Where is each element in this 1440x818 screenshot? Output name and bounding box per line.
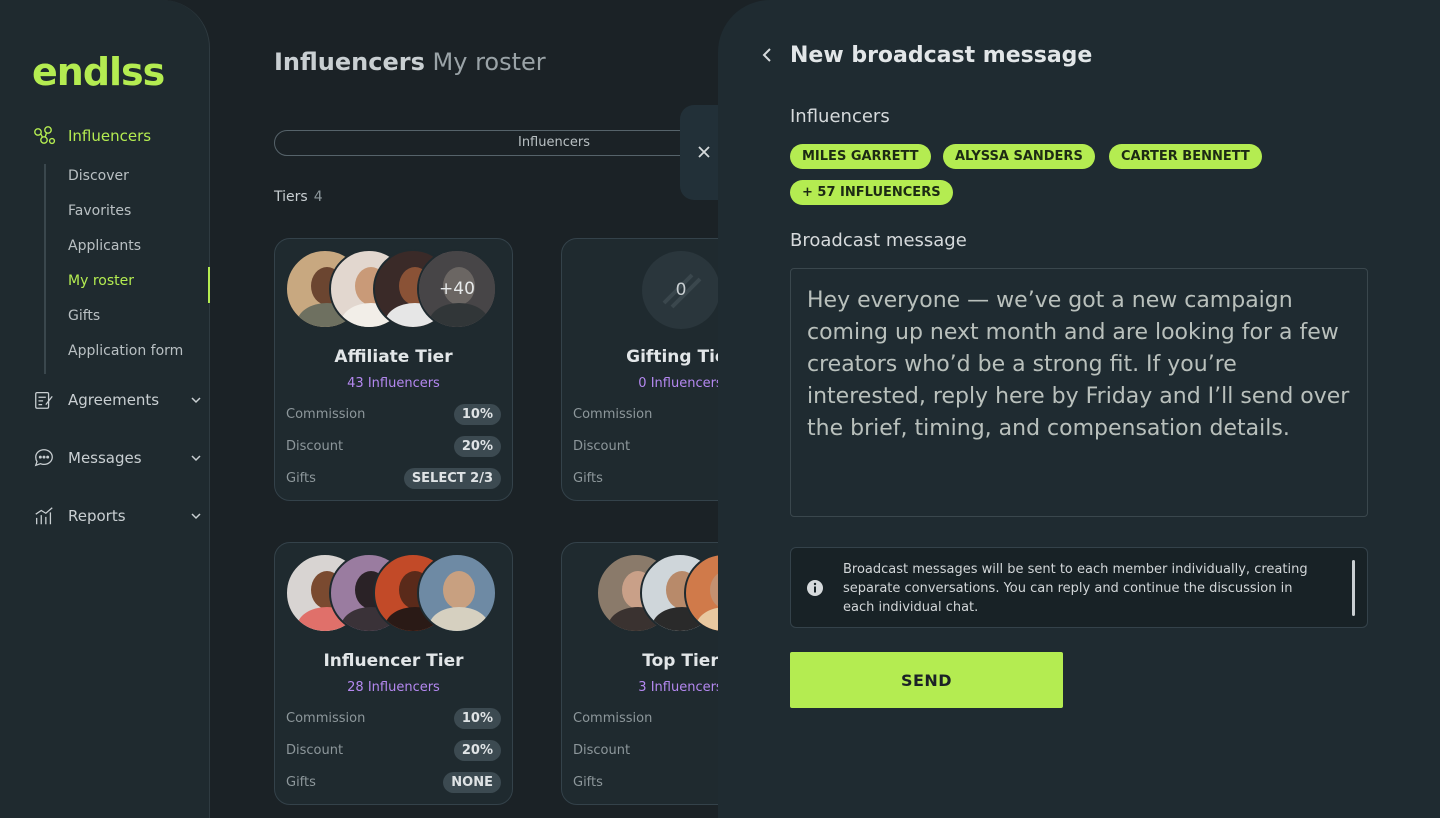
empty-avatar: 0 [642,251,720,329]
tier-card-affiliate[interactable]: +40 Affiliate Tier 43 Influencers Commis… [274,238,513,501]
card-influencer-count[interactable]: 43 Influencers [275,376,512,391]
nav-reports-label: Reports [68,507,126,525]
nav-agreements[interactable]: Agreements [32,388,202,412]
row-label: Commission [573,406,653,422]
avatar-more-count: +40 [419,251,495,327]
row-label: Commission [286,406,366,422]
chevron-down-icon [190,508,202,526]
card-row-commission: Commission 10% [286,402,501,426]
card-row-discount: Discount 20% [286,434,501,458]
chevron-down-icon [190,392,202,410]
chevron-down-icon [190,450,202,468]
tiers-heading: Tiers 4 [274,189,323,205]
info-text: Broadcast messages will be sent to each … [843,562,1308,615]
avatar [417,553,497,633]
card-influencer-count[interactable]: 28 Influencers [275,680,512,695]
more-recipients-chip[interactable]: + 57 INFLUENCERS [790,180,953,205]
recipient-chip[interactable]: MILES GARRETT [790,144,931,169]
recipients-label: Influencers [790,106,890,127]
avatar: +40 [417,249,497,329]
row-value: 20% [453,435,501,457]
subnav-my-roster[interactable]: My roster [46,267,210,304]
close-icon [696,141,712,165]
influencers-subnav: Discover Favorites Applicants My roster … [44,164,210,374]
tier-card-influencer[interactable]: Influencer Tier 28 Influencers Commissio… [274,542,513,805]
panel-title: New broadcast message [790,43,1093,68]
influencers-icon [32,124,56,148]
row-label: Discount [286,742,344,758]
card-row-discount: Discount 20% [286,738,501,762]
tiers-count: 4 [313,189,323,205]
row-label: Discount [286,438,344,454]
row-label: Commission [573,710,653,726]
row-label: Gifts [573,774,603,790]
card-title: Influencer Tier [323,651,464,671]
card-row-commission: Commission 10% [286,706,501,730]
page-title: Influencers My roster [274,48,546,76]
page-title-main: Influencers [274,48,425,76]
card-title: Affiliate Tier [334,347,453,367]
message-label: Broadcast message [790,230,967,251]
nav-agreements-label: Agreements [68,391,160,409]
nav-reports[interactable]: Reports [32,504,202,528]
row-value: 10% [453,707,501,729]
subnav-application-form[interactable]: Application form [46,339,210,374]
send-button[interactable]: SEND [790,652,1063,708]
scrollbar[interactable] [1352,560,1355,616]
row-value[interactable]: SELECT 2/3 [403,467,501,489]
nav-influencers-label: Influencers [68,127,152,145]
row-label: Discount [573,438,631,454]
info-notice: Broadcast messages will be sent to each … [790,547,1368,628]
chevron-left-icon[interactable] [760,44,774,72]
page-title-sub: My roster [432,48,546,76]
subnav-discover[interactable]: Discover [46,164,210,199]
row-label: Gifts [573,470,603,486]
subnav-favorites[interactable]: Favorites [46,199,210,234]
row-label: Commission [286,710,366,726]
nav-messages-label: Messages [68,449,142,467]
subnav-applicants[interactable]: Applicants [46,234,210,269]
subnav-gifts[interactable]: Gifts [46,304,210,339]
messages-icon [32,446,56,470]
empty-avatar-count: 0 [675,280,687,300]
broadcast-panel: New broadcast message Influencers MILES … [718,0,1440,818]
card-row-gifts: Gifts NONE [286,770,501,794]
info-icon [805,578,825,598]
row-value[interactable]: NONE [443,771,501,793]
row-value: 20% [453,739,501,761]
tiers-label: Tiers [274,189,308,205]
broadcast-message-textarea[interactable]: Hey everyone — we’ve got a new campaign … [790,268,1368,517]
reports-icon [32,504,56,528]
row-label: Gifts [286,774,316,790]
agreements-icon [32,388,56,412]
row-label: Gifts [286,470,316,486]
nav-messages[interactable]: Messages [32,446,202,470]
row-value: 10% [453,403,501,425]
card-row-gifts: Gifts SELECT 2/3 [286,466,501,490]
logo[interactable]: endlss [32,50,165,94]
recipient-chip[interactable]: ALYSSA SANDERS [943,144,1095,169]
sidebar: endlss Influencers Discover Favorites Ap… [0,0,210,818]
recipient-chip[interactable]: CARTER BENNETT [1109,144,1262,169]
row-label: Discount [573,742,631,758]
nav-influencers[interactable]: Influencers [32,124,202,148]
